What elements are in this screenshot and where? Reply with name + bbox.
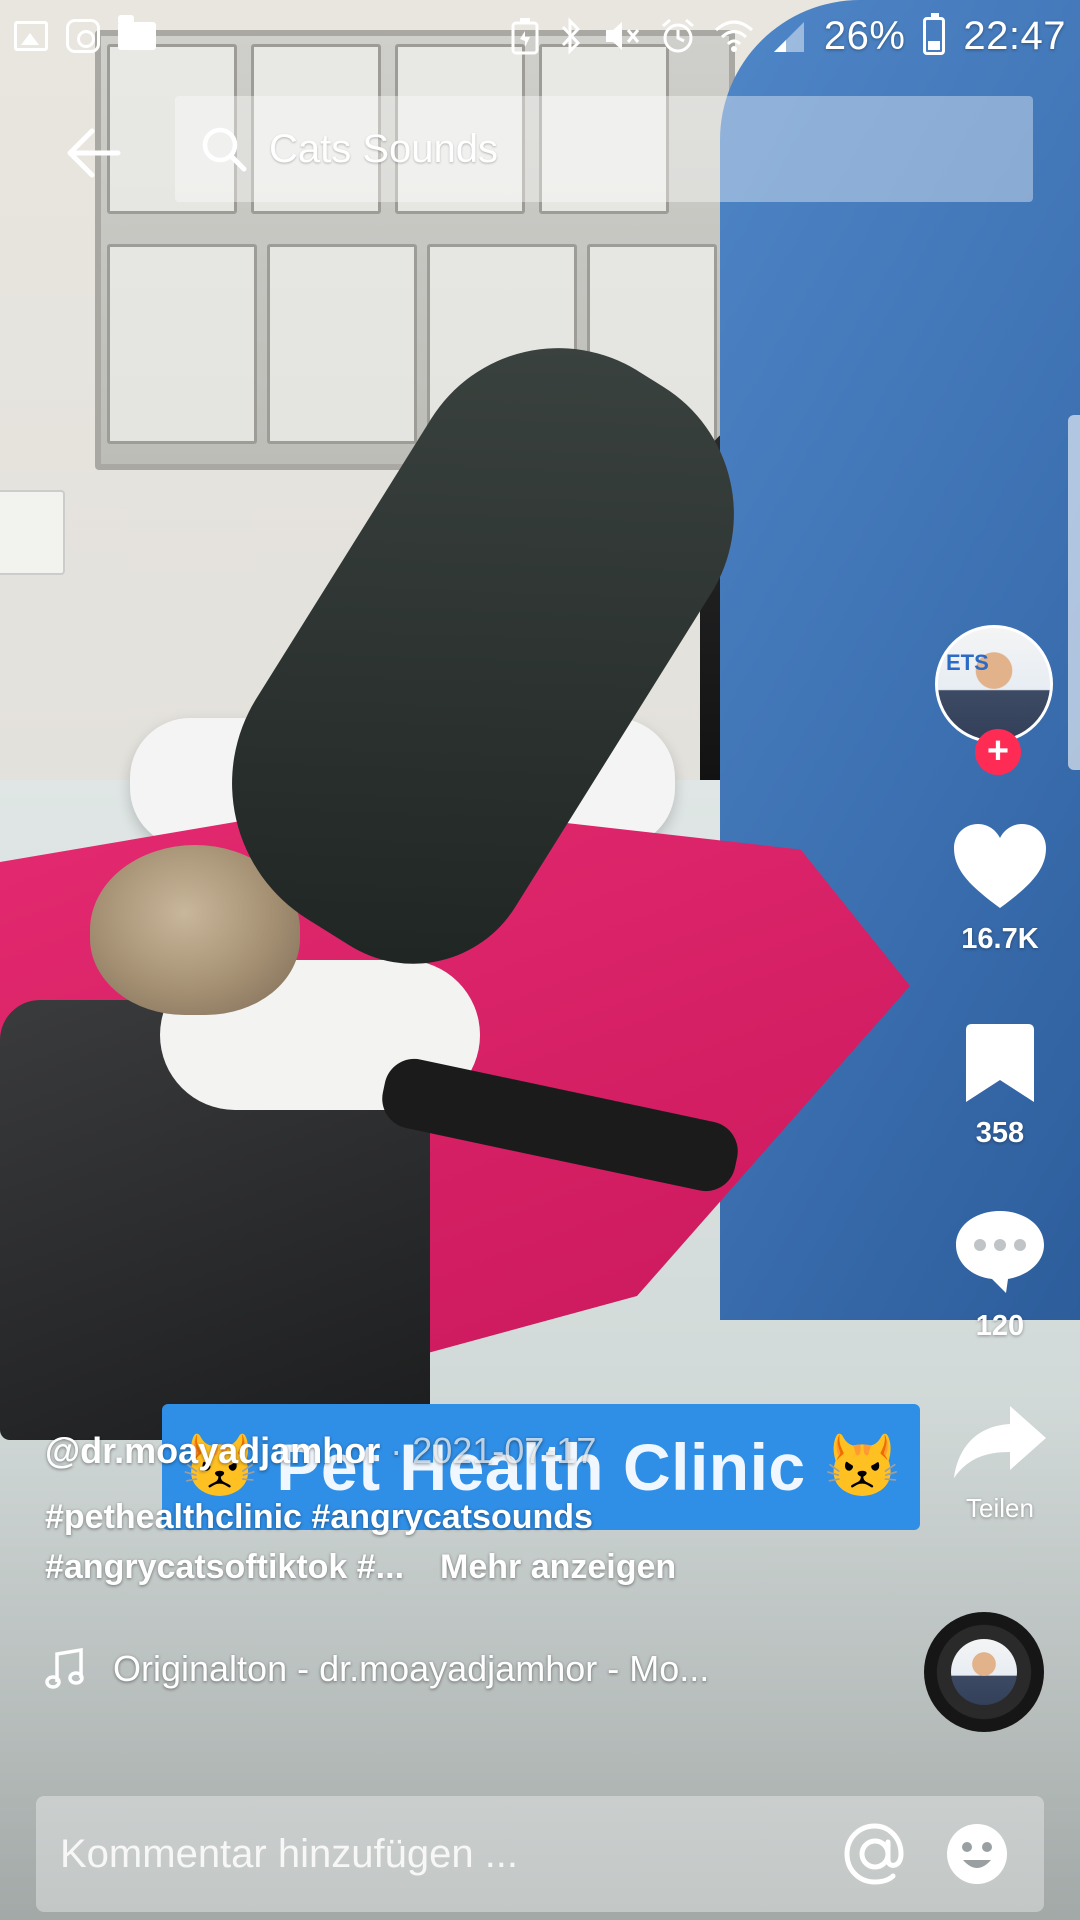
search-bar[interactable]: Cats Sounds [175,96,1033,202]
share-button[interactable]: Teilen [935,1402,1065,1524]
music-note-icon [45,1648,84,1689]
emoji-button[interactable] [942,1819,1012,1889]
share-label: Teilen [966,1493,1034,1523]
video-description: @dr.moayadjamhor · 2021-07-17 #pethealth… [45,1430,925,1592]
date-separator: · [380,1430,413,1471]
battery-saver-icon [511,18,539,55]
emoji-icon [947,1824,1007,1884]
search-icon [202,127,247,172]
hashtags-line-2-wrap: #angrycatsoftiktok #... Mehr anzeigen [45,1542,925,1592]
mention-button[interactable] [840,1819,910,1889]
avatar: ETS [935,625,1053,743]
back-button[interactable] [58,118,128,188]
signal-icon [773,22,804,52]
status-bar-left [14,15,156,53]
creator-avatar-button[interactable]: ETS + [935,625,1059,775]
gallery-icon [14,21,48,51]
folder-icon [118,15,156,50]
music-title: Originalton - dr.moayadjamhor - Mo... [113,1648,710,1689]
post-date: 2021-07-17 [412,1430,597,1471]
mute-icon [605,22,639,50]
bookmark-button[interactable]: 358 [935,1020,1065,1150]
arrow-left-icon [67,128,121,178]
battery-icon [923,13,946,55]
clock: 22:47 [963,13,1066,58]
avatar-letters: ETS [946,650,989,675]
status-bar: 26% 22:47 [0,0,1080,72]
follow-button[interactable]: + [975,729,1021,775]
comment-input[interactable]: Kommentar hinzufügen ... [36,1796,1044,1912]
status-bar-right: 26% 22:47 [510,13,1066,59]
alarm-icon [661,18,694,53]
bookmark-count: 358 [975,1117,1025,1149]
hashtags-line-1[interactable]: #pethealthclinic #angrycatsounds [45,1492,925,1542]
music-disc-avatar [951,1639,1017,1705]
comment-placeholder: Kommentar hinzufügen ... [60,1831,519,1876]
hashtags-line-2[interactable]: #angrycatsoftiktok #... [45,1548,404,1586]
like-button[interactable]: 16.7K [935,820,1065,956]
at-icon [844,1823,904,1885]
music-line[interactable]: Originalton - dr.moayadjamhor - Mo... [45,1648,709,1690]
hashtags: #pethealthclinic #angrycatsounds #angryc… [45,1492,925,1592]
comments-button[interactable]: 120 [935,1205,1065,1343]
battery-percent: 26% [823,13,906,58]
music-disc-button[interactable] [924,1612,1044,1732]
instagram-icon [66,19,100,53]
search-query: Cats Sounds [269,126,499,171]
background-light-switch [0,490,65,575]
author-username[interactable]: @dr.moayadjamhor [45,1430,380,1471]
author-line: @dr.moayadjamhor · 2021-07-17 [45,1430,925,1472]
share-arrow-icon [954,1406,1046,1478]
like-count: 16.7K [961,923,1039,955]
bookmark-icon [966,1024,1034,1102]
show-more-link[interactable]: Mehr anzeigen [440,1548,676,1586]
comment-count: 120 [975,1310,1025,1342]
scroll-indicator [1068,415,1080,770]
heart-icon [954,824,1046,908]
wifi-icon [714,20,753,52]
comment-bubble-icon [956,1211,1044,1293]
bluetooth-icon [561,17,580,55]
video-player[interactable] [0,0,1080,1920]
